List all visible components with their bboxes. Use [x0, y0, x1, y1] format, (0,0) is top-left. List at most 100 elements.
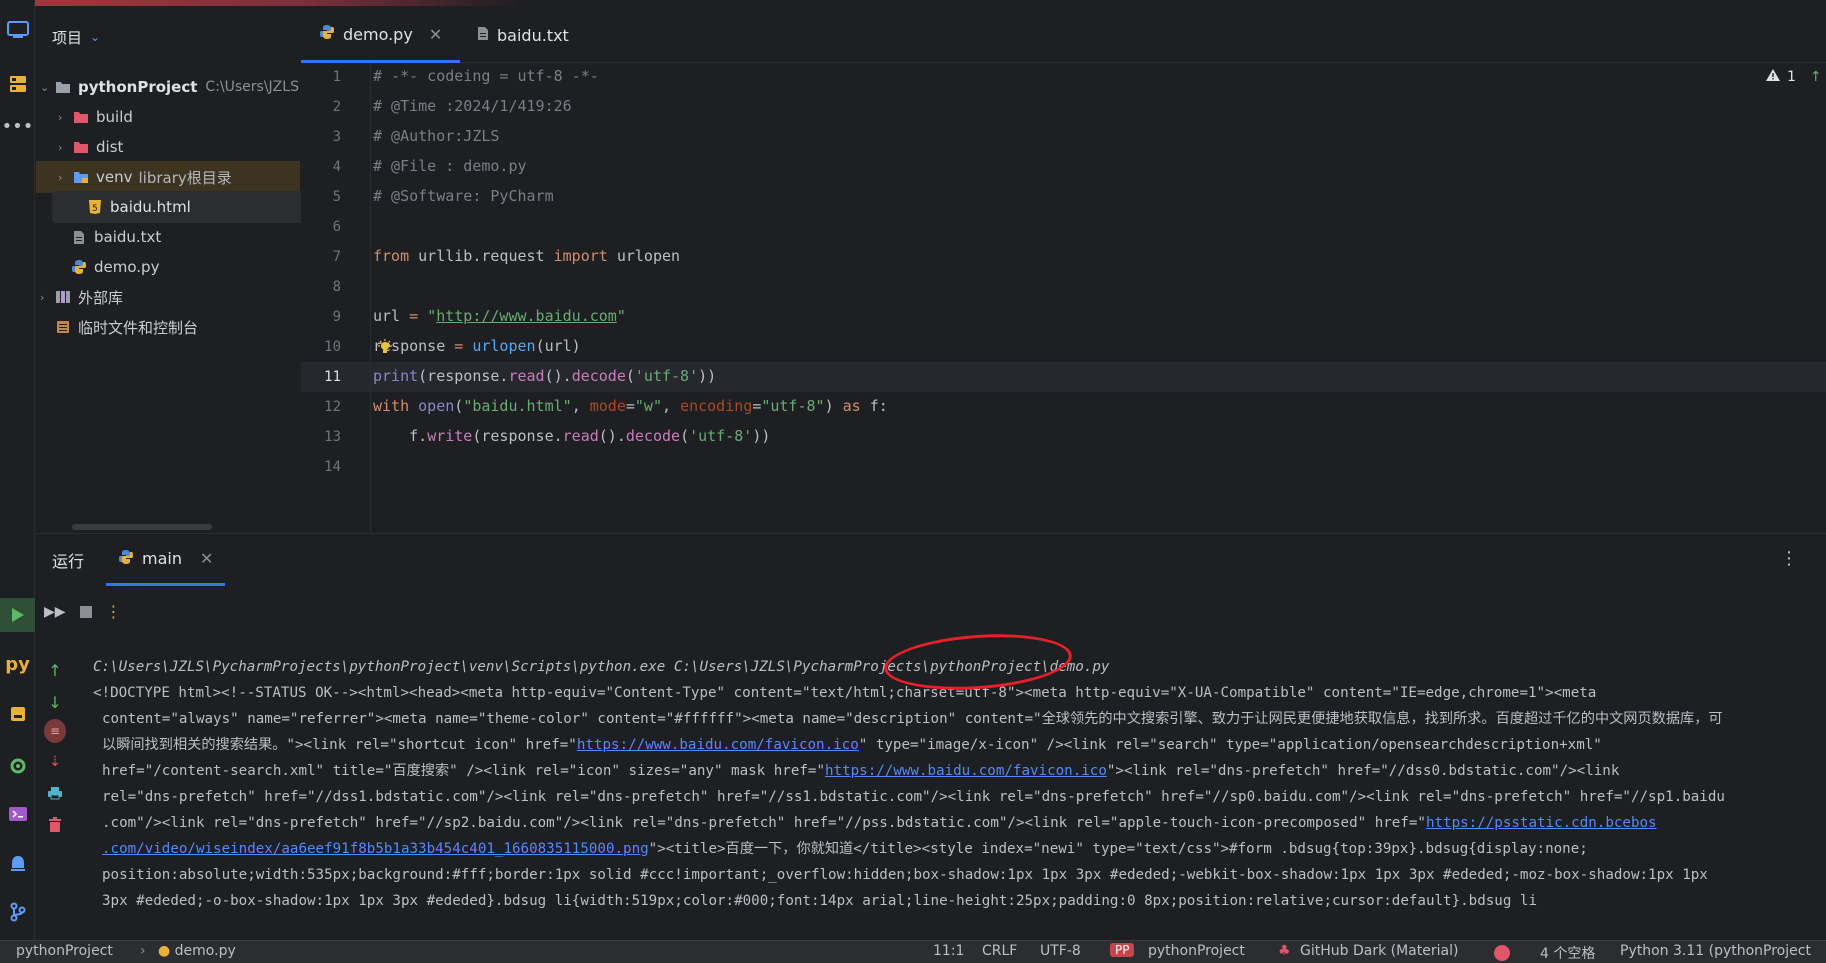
- run-tab-main[interactable]: main ✕: [106, 534, 226, 586]
- line-number: 12: [324, 399, 341, 415]
- tab-baidu-txt[interactable]: baidu.txt: [459, 8, 587, 63]
- file-encoding[interactable]: UTF-8: [1040, 943, 1081, 959]
- tree-item-label: 外部库: [78, 288, 124, 307]
- services-icon[interactable]: [0, 752, 35, 780]
- console-line: 3px #ededed;-o-box-shadow:1px 1px 3px #e…: [102, 893, 1537, 909]
- run-toolbar: ▶▶ ⋮: [44, 602, 122, 621]
- code-line-2: # @Time :2024/1/419:26: [373, 97, 572, 115]
- python-packages-icon[interactable]: [0, 700, 35, 728]
- code-line-12: with open("baidu.html", mode="w", encodi…: [373, 397, 888, 415]
- project-panel: 项目 ⌄ ⌄ pythonProject C:\Users\JZLS › bui…: [36, 8, 320, 532]
- close-icon[interactable]: ✕: [200, 549, 213, 568]
- text-file-icon: [70, 229, 88, 245]
- window-top-accent: [0, 0, 520, 6]
- problems-icon[interactable]: [0, 850, 35, 878]
- tree-item-scratches[interactable]: 临时文件和控制台: [36, 311, 300, 343]
- soft-wrap-icon[interactable]: ≡: [44, 719, 66, 743]
- tree-item-venv[interactable]: › venv library根目录: [36, 161, 300, 193]
- tree-item-label: 临时文件和控制台: [78, 318, 199, 337]
- more-options-icon[interactable]: ⋮: [106, 602, 122, 621]
- run-panel-title: 运行: [52, 552, 85, 571]
- chevron-right-icon: ›: [140, 943, 146, 959]
- project-name[interactable]: pythonProject: [1148, 943, 1245, 959]
- project-panel-title: 项目: [52, 28, 83, 47]
- console-link[interactable]: https://www.baidu.com/favicon.ico: [577, 737, 859, 753]
- run-tab-label: main: [142, 549, 182, 568]
- folder-icon: [54, 79, 72, 95]
- scroll-to-end-icon[interactable]: ⇣: [44, 751, 66, 773]
- tree-item-dist[interactable]: › dist: [36, 131, 300, 163]
- python-interpreter[interactable]: Python 3.11 (pythonProject: [1620, 943, 1811, 959]
- code-line-3: # @Author:JZLS: [373, 127, 500, 145]
- line-number: 8: [332, 279, 341, 295]
- code-line-5: # @Software: PyCharm: [373, 187, 554, 205]
- terminal-icon[interactable]: [0, 800, 35, 828]
- line-number: 4: [332, 159, 341, 175]
- scratches-icon: [54, 319, 72, 335]
- code-line-1: # -*- codeing = utf-8 -*-: [373, 67, 599, 85]
- warning-icon: [1765, 68, 1781, 86]
- more-options-icon[interactable]: ⋮: [1780, 548, 1798, 569]
- run-tool-icon[interactable]: [0, 598, 35, 632]
- tree-item-external-libraries[interactable]: › 外部库: [36, 281, 300, 313]
- python-file-icon: ●: [158, 943, 171, 959]
- root-path: C:\Users\JZLS: [205, 79, 299, 95]
- tree-item-demo-py[interactable]: demo.py: [36, 251, 300, 283]
- library-folder-icon: [72, 169, 90, 185]
- structure-icon[interactable]: [0, 70, 35, 98]
- chevron-down-icon: ⌄: [90, 30, 101, 44]
- tab-demo-py[interactable]: demo.py ✕: [301, 8, 461, 63]
- breadcrumb-file[interactable]: ● demo.py: [158, 943, 236, 959]
- line-separator[interactable]: CRLF: [982, 943, 1017, 959]
- project-badge: PP: [1110, 943, 1135, 957]
- chevron-right-icon: ›: [58, 170, 63, 184]
- trash-icon[interactable]: [44, 814, 66, 836]
- line-number: 14: [324, 459, 341, 475]
- console-link[interactable]: https://www.baidu.com/favicon.ico: [825, 763, 1107, 779]
- arrow-up-icon[interactable]: ↑: [44, 659, 66, 681]
- tree-item-baidu-html[interactable]: 5 baidu.html: [52, 191, 320, 223]
- arrow-down-icon[interactable]: ↓: [44, 691, 66, 713]
- line-number: 7: [332, 249, 341, 265]
- code-line-10: response = urlopen(url): [373, 337, 581, 355]
- code-editor[interactable]: 1 2 3 4 5 6 7 8 9 10 11 12 13 14 # -*- c…: [301, 63, 1826, 533]
- stop-icon[interactable]: [79, 605, 92, 618]
- indent-setting[interactable]: 4 个空格: [1540, 943, 1595, 963]
- tree-item-label: demo.py: [94, 258, 160, 276]
- rerun-icon[interactable]: ▶▶: [44, 604, 66, 620]
- activity-bar: ••• py: [0, 0, 35, 940]
- line-number: 10: [324, 339, 341, 355]
- more-tools-icon[interactable]: •••: [0, 112, 35, 140]
- line-number: 1: [332, 69, 341, 85]
- inspection-widget[interactable]: 1 ↑: [1765, 68, 1822, 86]
- caret-position[interactable]: 11:1: [933, 943, 964, 959]
- project-view-icon[interactable]: [0, 16, 35, 44]
- code-line-7: from urllib.request import urlopen: [373, 247, 681, 265]
- chevron-right-icon: ›: [58, 110, 63, 124]
- status-indicator-icon[interactable]: [1494, 945, 1510, 961]
- line-number: 6: [332, 219, 341, 235]
- theme-name[interactable]: GitHub Dark (Material): [1300, 943, 1458, 959]
- breadcrumb-project[interactable]: pythonProject: [16, 943, 113, 959]
- lightbulb-icon[interactable]: [377, 339, 393, 355]
- line-number-current: 11: [324, 369, 341, 385]
- close-icon[interactable]: ✕: [429, 25, 442, 44]
- tree-root[interactable]: ⌄ pythonProject C:\Users\JZLS: [36, 71, 300, 103]
- tree-item-baidu-txt[interactable]: baidu.txt: [36, 221, 300, 253]
- tree-item-label: baidu.html: [110, 198, 191, 216]
- console-link[interactable]: https://psstatic.cdn.bcebos: [1426, 815, 1657, 831]
- console-link[interactable]: .com/video/wiseindex/aa6eef91f8b5b1a33b4…: [102, 841, 649, 857]
- chevron-right-icon: ›: [40, 290, 45, 304]
- arrow-up-icon[interactable]: ↑: [1810, 69, 1822, 85]
- git-icon[interactable]: [0, 898, 35, 926]
- root-name: pythonProject: [78, 78, 198, 96]
- python-console-icon[interactable]: py: [0, 650, 35, 678]
- horizontal-scrollbar[interactable]: [72, 524, 212, 530]
- project-panel-header[interactable]: 项目 ⌄: [36, 8, 300, 66]
- python-file-icon: [319, 24, 335, 44]
- excluded-folder-icon: [72, 109, 90, 125]
- tree-item-build[interactable]: › build: [36, 101, 300, 133]
- print-icon[interactable]: [44, 782, 66, 804]
- line-number: 9: [332, 309, 341, 325]
- editor-tab-bar: demo.py ✕ baidu.txt: [301, 8, 1826, 63]
